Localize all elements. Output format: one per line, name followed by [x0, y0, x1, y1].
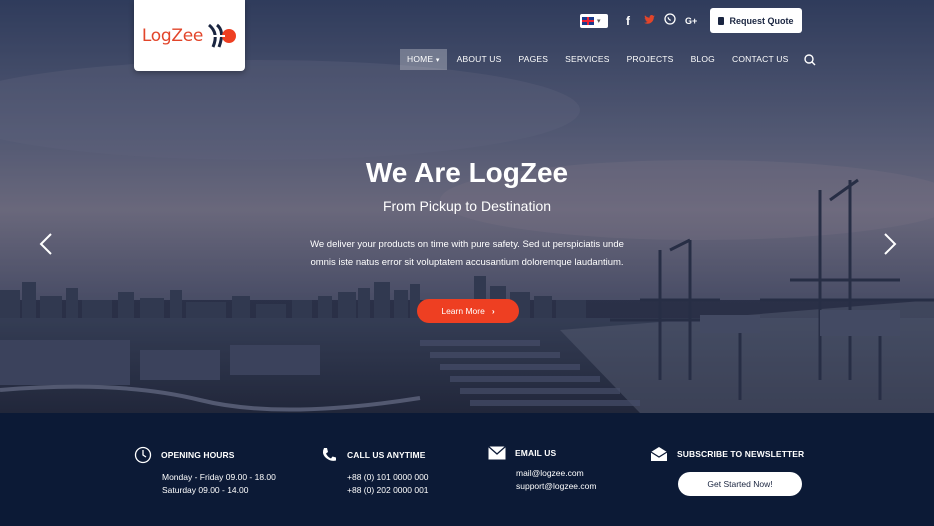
top-bar: ▾ f G+ Request Quote	[580, 8, 802, 33]
opening-hours-block: OPENING HOURS Monday - Friday 09.00 - 18…	[134, 446, 276, 497]
chevron-down-icon: ▾	[597, 17, 601, 25]
opening-hours-title: OPENING HOURS	[161, 450, 235, 460]
facebook-icon[interactable]: f	[622, 14, 634, 28]
newsletter-envelope-icon	[650, 447, 668, 461]
hero-description-line: We deliver your products on time with pu…	[310, 239, 624, 250]
request-quote-label: Request Quote	[729, 15, 794, 26]
get-started-button[interactable]: Get Started Now!	[678, 472, 802, 496]
hero-description: We deliver your products on time with pu…	[0, 236, 934, 272]
chevron-right-icon: ›	[491, 306, 495, 316]
info-bar: OPENING HOURS Monday - Friday 09.00 - 18…	[0, 413, 934, 526]
opening-hours-line: Saturday 09.00 - 14.00	[162, 485, 249, 495]
envelope-icon	[488, 446, 506, 460]
request-quote-button[interactable]: Request Quote	[710, 8, 802, 33]
document-icon	[718, 16, 725, 25]
hero-description-line: omnis iste natus error sit voluptatem ac…	[310, 257, 624, 268]
newsletter-title: SUBSCRIBE TO NEWSLETTER	[677, 449, 805, 459]
hero-subtitle: From Pickup to Destination	[382, 198, 552, 214]
nav-item-services[interactable]: SERVICES	[558, 49, 616, 70]
chevron-down-icon: ▾	[435, 57, 440, 64]
site-logo[interactable]: LogZee	[134, 0, 245, 71]
nav-item-blog[interactable]: BLOG	[684, 49, 722, 70]
email-us-title: EMAIL US	[515, 448, 557, 458]
newsletter-block: SUBSCRIBE TO NEWSLETTER	[650, 446, 804, 462]
call-us-block: CALL US ANYTIME +88 (0) 101 0000 000 +88…	[320, 446, 429, 497]
logo-wordmark: LogZee	[141, 25, 204, 46]
whatsapp-icon[interactable]	[664, 13, 676, 28]
clock-icon	[134, 446, 152, 464]
learn-more-button[interactable]: Learn More ›	[417, 299, 519, 323]
nav-item-about-us[interactable]: ABOUT US	[450, 49, 509, 70]
phone-number[interactable]: +88 (0) 202 0000 001	[347, 484, 429, 497]
email-address[interactable]: mail@logzee.com	[516, 467, 596, 480]
email-us-block: EMAIL US mail@logzee.com support@logzee.…	[488, 446, 596, 493]
hero-title: We Are LogZee	[365, 157, 569, 188]
call-us-title: CALL US ANYTIME	[347, 450, 426, 460]
nav-item-projects[interactable]: PROJECTS	[620, 49, 681, 70]
phone-number[interactable]: +88 (0) 101 0000 000	[347, 471, 429, 484]
search-icon[interactable]	[804, 53, 816, 66]
learn-more-label: Learn More	[441, 306, 485, 316]
google-plus-icon[interactable]: G+	[685, 16, 697, 26]
nav-item-home[interactable]: HOME ▾	[400, 49, 447, 70]
phone-icon	[322, 448, 336, 461]
slider-next-arrow-icon[interactable]	[880, 232, 900, 256]
main-nav: HOME ▾ ABOUT US PAGES SERVICES PROJECTS …	[400, 49, 816, 70]
logo-mark-icon	[208, 23, 237, 48]
uk-flag-icon	[582, 16, 594, 25]
nav-item-pages[interactable]: PAGES	[512, 49, 556, 70]
nav-item-contact-us[interactable]: CONTACT US	[725, 49, 795, 70]
slider-prev-arrow-icon[interactable]	[36, 232, 56, 256]
email-address[interactable]: support@logzee.com	[516, 480, 596, 493]
language-selector[interactable]: ▾	[580, 13, 608, 28]
nav-label: HOME	[407, 54, 434, 64]
twitter-icon[interactable]	[643, 14, 655, 28]
opening-hours-line: Monday - Friday 09.00 - 18.00	[162, 472, 276, 482]
